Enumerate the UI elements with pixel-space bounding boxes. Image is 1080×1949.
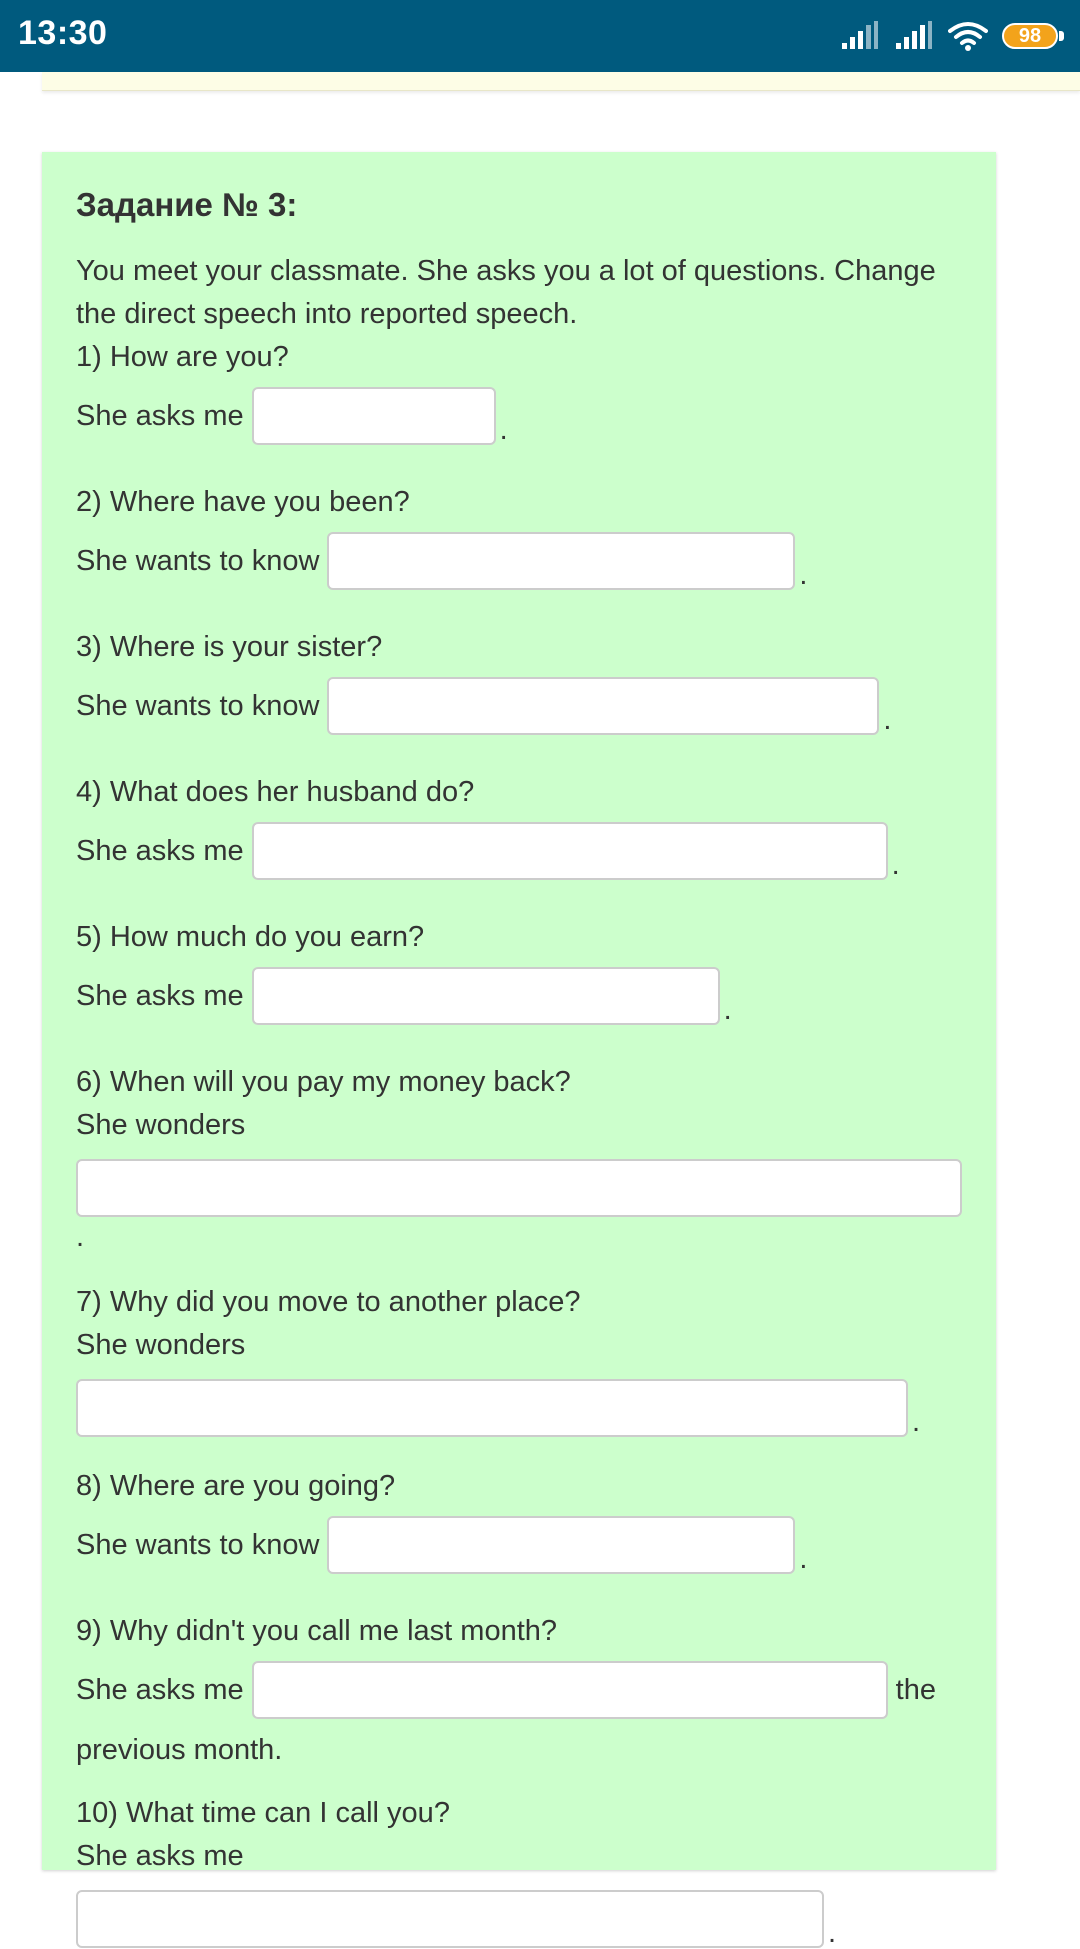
question-item: 2) Where have you been? She wants to kno… bbox=[76, 481, 962, 590]
answer-line: . bbox=[76, 1379, 962, 1437]
task-instructions: You meet your classmate. She asks you a … bbox=[76, 255, 936, 330]
battery-level: 98 bbox=[1002, 23, 1058, 49]
signal-icon bbox=[842, 21, 878, 49]
answer-input[interactable] bbox=[76, 1159, 962, 1217]
question-item: 7) Why did you move to another place? Sh… bbox=[76, 1281, 962, 1437]
answer-line: She wants to know . bbox=[76, 1516, 962, 1574]
answer-line: She wants to know . bbox=[76, 532, 962, 590]
question-text: 5) How much do you earn? bbox=[76, 921, 425, 953]
answer-tail: . bbox=[799, 1543, 808, 1575]
question-item: 8) Where are you going? She wants to kno… bbox=[76, 1465, 962, 1574]
wifi-icon bbox=[948, 22, 988, 51]
question-text: 6) When will you pay my money back? bbox=[76, 1066, 571, 1098]
answer-tail: the bbox=[895, 1673, 936, 1706]
question-text: 2) Where have you been? bbox=[76, 486, 410, 518]
answer-tail: . bbox=[883, 704, 892, 736]
answer-lead: She asks me bbox=[76, 834, 244, 867]
answer-lead: She wants to know bbox=[76, 689, 320, 722]
answer-lead: She asks me bbox=[76, 1840, 244, 1872]
answer-input[interactable] bbox=[327, 1516, 796, 1574]
answer-tail: . bbox=[499, 414, 508, 446]
answer-lead: She asks me bbox=[76, 979, 244, 1012]
question-item: 3) Where is your sister? She wants to kn… bbox=[76, 626, 962, 735]
status-icons: 98 bbox=[840, 16, 1064, 56]
answer-lead: She asks me bbox=[76, 1673, 244, 1706]
question-text: 8) Where are you going? bbox=[76, 1470, 396, 1502]
answer-input[interactable] bbox=[76, 1379, 908, 1437]
answer-input[interactable] bbox=[251, 967, 720, 1025]
question-item: 10) What time can I call you? She asks m… bbox=[76, 1792, 962, 1948]
answer-input[interactable] bbox=[251, 822, 888, 880]
answer-input[interactable] bbox=[327, 677, 880, 735]
answer-line: She wants to know . bbox=[76, 677, 962, 735]
question-item: 4) What does her husband do? She asks me… bbox=[76, 771, 962, 880]
answer-lead: She wonders bbox=[76, 1109, 246, 1141]
clock: 13:30 bbox=[18, 14, 108, 52]
previous-card-edge bbox=[42, 72, 1080, 91]
answer-input[interactable] bbox=[251, 387, 496, 445]
question-text: 7) Why did you move to another place? bbox=[76, 1286, 581, 1318]
answer-tail: . bbox=[799, 559, 808, 591]
task-title: Задание № 3: bbox=[76, 186, 298, 223]
question-text: 9) Why didn't you call me last month? bbox=[76, 1615, 558, 1647]
question-item: 6) When will you pay my money back? She … bbox=[76, 1061, 962, 1255]
question-item: 9) Why didn't you call me last month? Sh… bbox=[76, 1610, 962, 1772]
answer-lead: She wants to know bbox=[76, 1528, 320, 1561]
answer-lead: She wants to know bbox=[76, 544, 320, 577]
answer-line: She asks me the bbox=[76, 1661, 962, 1719]
answer-line bbox=[76, 1159, 962, 1217]
answer-tail: . bbox=[828, 1917, 837, 1949]
answer-line: She asks me . bbox=[76, 822, 962, 880]
answer-input[interactable] bbox=[76, 1890, 824, 1948]
answer-lead: She asks me bbox=[76, 399, 244, 432]
answer-tail: . bbox=[723, 994, 732, 1026]
answer-lead: She wonders bbox=[76, 1329, 246, 1361]
signal-icon bbox=[896, 21, 932, 49]
question-item: 1) How are you? She asks me . bbox=[76, 336, 962, 445]
answer-input[interactable] bbox=[251, 1661, 888, 1719]
answer-input[interactable] bbox=[327, 532, 796, 590]
question-item: 5) How much do you earn? She asks me . bbox=[76, 916, 962, 1025]
question-text: 1) How are you? bbox=[76, 341, 289, 373]
answer-tail: . bbox=[891, 849, 900, 881]
answer-tail: . bbox=[912, 1406, 921, 1438]
answer-tail: . bbox=[76, 1221, 85, 1253]
question-text: 10) What time can I call you? bbox=[76, 1797, 450, 1829]
answer-line: She asks me . bbox=[76, 967, 962, 1025]
question-text: 4) What does her husband do? bbox=[76, 776, 475, 808]
task-card: Задание № 3: You meet your classmate. Sh… bbox=[42, 152, 996, 1948]
battery-icon: 98 bbox=[1002, 23, 1064, 49]
status-bar: 13:30 98 bbox=[0, 0, 1080, 72]
answer-tail-wrap: previous month. bbox=[76, 1734, 283, 1766]
answer-line: . bbox=[76, 1890, 962, 1948]
question-text: 3) Where is your sister? bbox=[76, 631, 383, 663]
answer-line: She asks me . bbox=[76, 387, 962, 445]
